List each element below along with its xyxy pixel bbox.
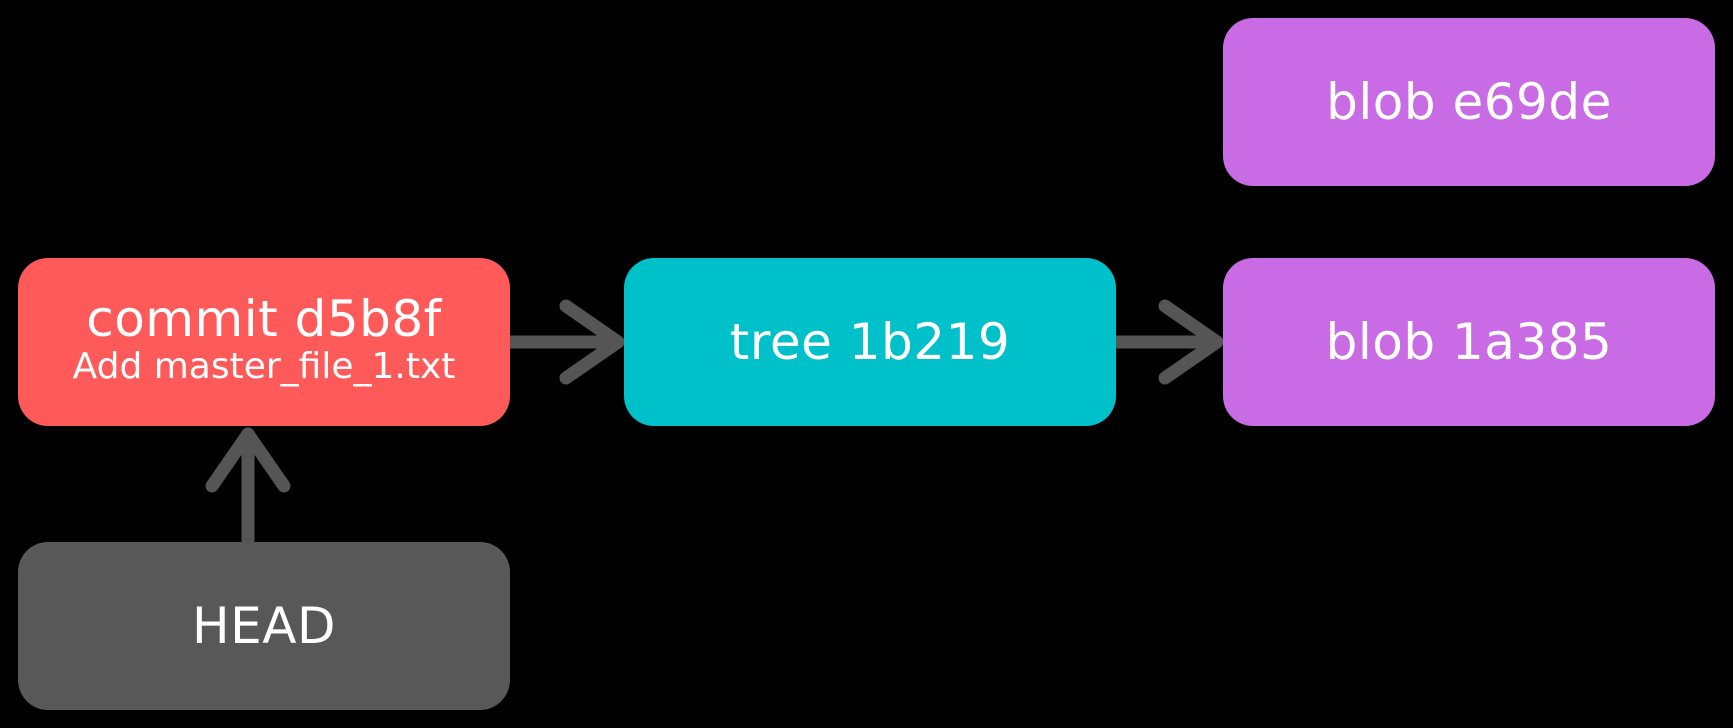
tree-node[interactable]: tree 1b219 (624, 258, 1116, 426)
arrow-tree-to-blob (1109, 299, 1224, 385)
blob-title: blob 1a385 (1325, 312, 1613, 371)
arrow-commit-to-tree (503, 299, 625, 385)
commit-message: Add master_file_1.txt (72, 345, 456, 387)
commit-title: commit d5b8f (86, 289, 442, 348)
diagram-canvas: commit d5b8f Add master_file_1.txt tree … (0, 0, 1733, 728)
head-node[interactable]: HEAD (18, 542, 510, 710)
blob-node-1a385[interactable]: blob 1a385 (1223, 258, 1715, 426)
head-title: HEAD (192, 596, 336, 655)
commit-node[interactable]: commit d5b8f Add master_file_1.txt (18, 258, 510, 426)
tree-title: tree 1b219 (729, 312, 1011, 371)
arrow-head-to-commit (205, 427, 291, 549)
blob-node-e69de[interactable]: blob e69de (1223, 18, 1715, 186)
blob-title: blob e69de (1326, 72, 1612, 131)
